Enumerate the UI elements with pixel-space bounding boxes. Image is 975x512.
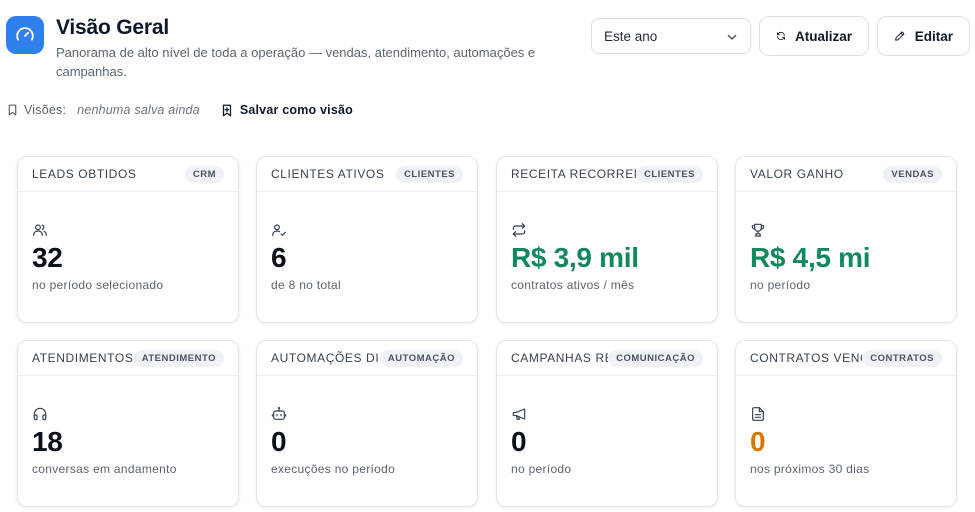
card-caption: conversas em andamento	[32, 462, 177, 476]
card-campaigns[interactable]: CAMPANHAS REALIZADAS COMUNICAÇÃO 0 no pe…	[496, 340, 718, 507]
card-badge: AUTOMAÇÃO	[379, 349, 463, 367]
save-view-button[interactable]: Salvar como visão	[220, 103, 353, 118]
card-automations[interactable]: AUTOMAÇÕES DISPARADAS AUTOMAÇÃO 0 execuç…	[256, 340, 478, 507]
refresh-button-label: Atualizar	[794, 28, 852, 44]
card-leads[interactable]: LEADS OBTIDOS CRM 32 no período selecion…	[17, 156, 239, 323]
views-label: Visões:	[24, 103, 67, 117]
saved-views-bar: Visões: nenhuma salva ainda Salvar como …	[6, 101, 353, 119]
card-expiring-contracts[interactable]: CONTRATOS VENCENDO CONTRATOS 0 nos próxi…	[735, 340, 957, 507]
refresh-button[interactable]: Atualizar	[759, 16, 869, 56]
card-header: CAMPANHAS REALIZADAS COMUNICAÇÃO	[497, 341, 717, 376]
card-value: 18	[32, 426, 63, 457]
users-icon	[33, 224, 47, 236]
card-value-won[interactable]: VALOR GANHO VENDAS R$ 4,5 mi no período	[735, 156, 957, 323]
views-empty-text: nenhuma salva ainda	[77, 103, 200, 117]
pencil-icon	[895, 31, 905, 41]
card-title: CONTRATOS VENCENDO	[750, 351, 862, 365]
card-value: 0	[511, 426, 527, 457]
card-badge: CLIENTES	[636, 165, 703, 183]
card-value: R$ 4,5 mi	[750, 242, 871, 273]
card-header: ATENDIMENTOS ATIVOS ATENDIMENTO	[18, 341, 238, 376]
card-badge: ATENDIMENTO	[133, 349, 224, 367]
chevron-down-icon	[727, 34, 737, 40]
megaphone-icon	[512, 408, 526, 420]
card-value: 6	[271, 242, 287, 273]
page-title: Visão Geral	[56, 16, 169, 39]
dashboard-page: Visão Geral Panorama de alto nível de to…	[0, 0, 975, 512]
bookmark-plus-icon	[222, 104, 231, 116]
card-caption: no período	[750, 278, 811, 292]
card-title: AUTOMAÇÕES DISPARADAS	[271, 351, 380, 365]
bot-icon	[271, 406, 287, 420]
card-title: LEADS OBTIDOS	[32, 167, 137, 181]
card-value: R$ 3,9 mil	[511, 242, 639, 273]
card-header: CLIENTES ATIVOS CLIENTES	[257, 157, 477, 192]
card-value: 0	[271, 426, 287, 457]
headset-icon	[33, 407, 47, 421]
card-caption: execuções no período	[271, 462, 396, 476]
edit-button-label: Editar	[914, 28, 953, 44]
gauge-icon	[6, 16, 44, 54]
card-title: CAMPANHAS REALIZADAS	[511, 351, 608, 365]
repeat-icon	[512, 223, 526, 237]
card-badge: CONTRATOS	[862, 349, 942, 367]
card-header: AUTOMAÇÕES DISPARADAS AUTOMAÇÃO	[257, 341, 477, 376]
card-caption: no período	[511, 462, 572, 476]
card-badge: CLIENTES	[396, 165, 463, 183]
page-subtitle: Panorama de alto nível de toda a operaçã…	[56, 45, 536, 79]
card-header: CONTRATOS VENCENDO CONTRATOS	[736, 341, 956, 376]
card-caption: no período selecionado	[32, 278, 164, 292]
period-select[interactable]: Este ano	[591, 18, 751, 54]
card-active-support[interactable]: ATENDIMENTOS ATIVOS ATENDIMENTO 18 conve…	[17, 340, 239, 507]
card-title: RECEITA RECORRENTE	[511, 167, 636, 181]
card-badge: VENDAS	[883, 165, 942, 183]
card-active-clients[interactable]: CLIENTES ATIVOS CLIENTES 6 de 8 no total	[256, 156, 478, 323]
bookmark-icon	[8, 104, 17, 116]
period-select-value: Este ano	[604, 28, 658, 44]
edit-button[interactable]: Editar	[877, 16, 970, 56]
card-recurring-revenue[interactable]: RECEITA RECORRENTE CLIENTES R$ 3,9 mil c…	[496, 156, 718, 323]
card-header: VALOR GANHO VENDAS	[736, 157, 956, 192]
card-header: LEADS OBTIDOS CRM	[18, 157, 238, 192]
refresh-icon	[777, 31, 785, 41]
card-title: VALOR GANHO	[750, 167, 844, 181]
card-badge: COMUNICAÇÃO	[608, 349, 703, 367]
card-caption: nos próximos 30 dias	[750, 462, 870, 476]
trophy-icon	[751, 223, 765, 237]
card-badge: CRM	[184, 165, 224, 183]
card-title: CLIENTES ATIVOS	[271, 167, 385, 181]
card-title: ATENDIMENTOS ATIVOS	[32, 351, 134, 365]
card-value: 0	[750, 426, 766, 457]
card-value: 32	[32, 242, 63, 273]
card-caption: contratos ativos / mês	[511, 278, 635, 292]
user-check-icon	[272, 224, 286, 236]
card-header: RECEITA RECORRENTE CLIENTES	[497, 157, 717, 192]
save-view-label: Salvar como visão	[239, 103, 353, 117]
card-caption: de 8 no total	[271, 278, 341, 292]
document-icon	[752, 407, 764, 421]
